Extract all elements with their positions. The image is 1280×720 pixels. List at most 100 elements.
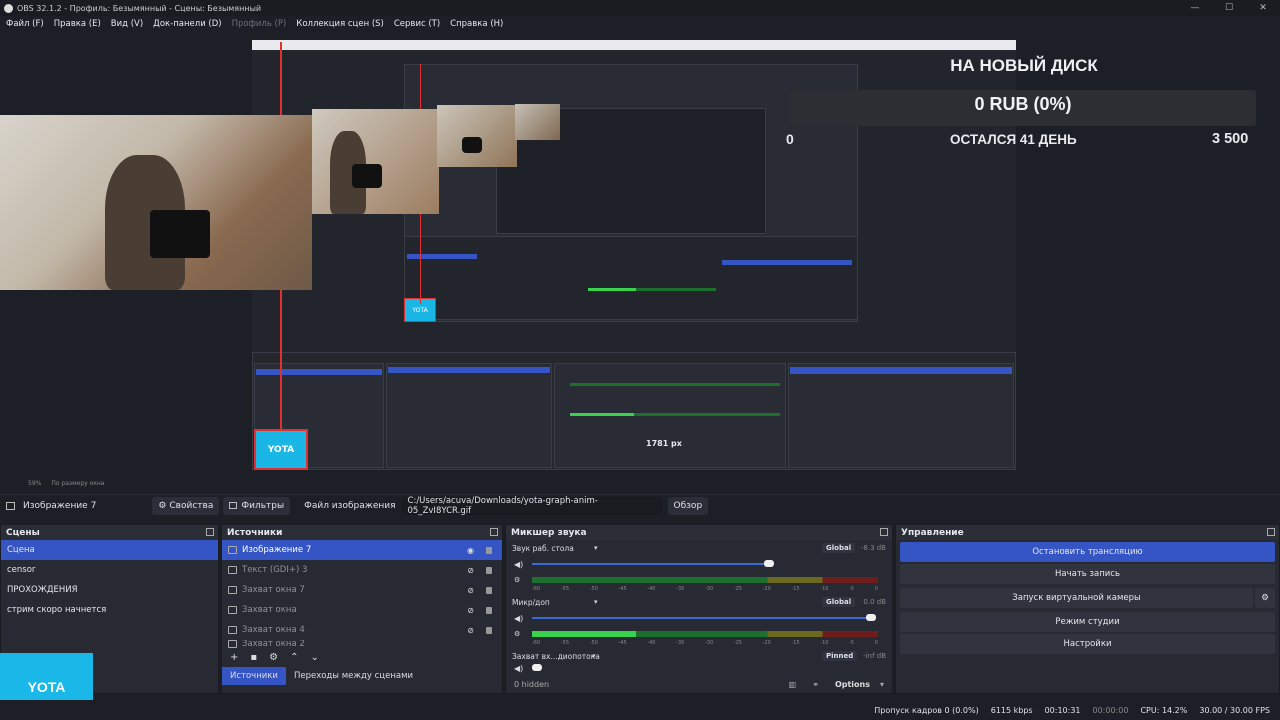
zoom-value[interactable]: 59%: [28, 480, 41, 487]
menu-docks[interactable]: Док-панели (D): [153, 19, 221, 29]
trash-icon[interactable]: ▪: [250, 652, 257, 663]
menu-edit[interactable]: Правка (E): [54, 19, 101, 29]
undock-icon[interactable]: [880, 528, 888, 536]
source-item[interactable]: Захват окна ⊘: [222, 600, 502, 620]
source-item[interactable]: Текст (GDI+) 3 ⊘: [222, 560, 502, 580]
zoom-fit[interactable]: По размеру окна: [51, 480, 104, 487]
volume-knob[interactable]: [764, 560, 774, 567]
layout-icon[interactable]: ▥: [789, 680, 797, 689]
menu-tools[interactable]: Сервис (T): [394, 19, 440, 29]
goal-min: 0: [786, 131, 794, 147]
menu-file[interactable]: Файл (F): [6, 19, 44, 29]
hidden-count[interactable]: 0 hidden: [514, 680, 549, 689]
undock-icon[interactable]: [490, 528, 498, 536]
scene-item[interactable]: Сцена: [1, 540, 218, 560]
settings-icon[interactable]: ⚙: [514, 576, 520, 584]
channel-tag[interactable]: Pinned: [822, 651, 858, 661]
lock-icon[interactable]: [486, 566, 492, 574]
eye-hidden-icon[interactable]: ⊘: [467, 626, 474, 635]
settings-button[interactable]: Настройки: [900, 634, 1275, 654]
browse-button[interactable]: Обзор: [667, 496, 709, 515]
goal-days-left: ОСТАЛСЯ 41 ДЕНЬ: [950, 132, 1077, 147]
channel-name: Захват вх...диопотока: [512, 652, 600, 661]
tab-transitions[interactable]: Переходы между сценами: [286, 667, 421, 685]
meter-tick: -15: [791, 640, 800, 646]
webcam-echo-2: [437, 105, 517, 167]
window-icon: [228, 606, 237, 614]
chevron-down-icon[interactable]: ⌄: [311, 652, 319, 663]
volume-knob[interactable]: [532, 664, 542, 671]
webcam-source[interactable]: [0, 115, 312, 290]
meter-tick: -30: [704, 640, 714, 646]
scene-item[interactable]: стрим скоро начнется: [1, 600, 218, 620]
chevron-down-icon[interactable]: ▾: [594, 598, 598, 606]
link-icon[interactable]: ⚭: [812, 680, 819, 689]
nested-scene-selected: [256, 369, 382, 375]
chevron-up-icon[interactable]: ⌃: [290, 652, 298, 663]
lock-icon[interactable]: [486, 546, 492, 554]
camera-echo-icon: [352, 164, 382, 188]
add-icon[interactable]: +: [230, 652, 238, 663]
minimize-button[interactable]: —: [1178, 0, 1212, 16]
start-virtual-camera-button[interactable]: Запуск виртуальной камеры: [900, 588, 1253, 608]
camera-echo-icon-2: [462, 137, 482, 153]
eye-hidden-icon[interactable]: ⊘: [467, 586, 474, 595]
volume-slider[interactable]: [532, 617, 872, 619]
source-label: Текст (GDI+) 3: [242, 565, 308, 575]
properties-button[interactable]: ⚙ Свойства: [152, 496, 220, 515]
maximize-button[interactable]: ☐: [1212, 0, 1246, 16]
gear-icon[interactable]: ⚙: [1255, 588, 1275, 608]
scene-item[interactable]: ПРОХОЖДЕНИЯ: [1, 580, 218, 600]
source-item[interactable]: Изображение 7 ◉: [222, 540, 502, 560]
stop-stream-button[interactable]: Остановить трансляцию: [900, 542, 1275, 562]
window-icon: [228, 626, 237, 634]
chevron-down-icon[interactable]: ▾: [594, 544, 598, 552]
options-button[interactable]: Options: [835, 680, 870, 689]
source-label: Захват окна 4: [242, 625, 305, 635]
image-path-field[interactable]: C:/Users/acuva/Downloads/yota-graph-anim…: [401, 496, 662, 516]
undock-icon[interactable]: [206, 528, 214, 536]
speaker-icon[interactable]: ◀): [514, 664, 523, 673]
menu-scene-collection[interactable]: Коллекция сцен (S): [296, 19, 384, 29]
eye-hidden-icon[interactable]: ⊘: [467, 606, 474, 615]
menu-view[interactable]: Вид (V): [111, 19, 143, 29]
start-recording-button[interactable]: Начать запись: [900, 564, 1275, 584]
source-label: Захват окна 2: [242, 640, 305, 648]
tab-sources[interactable]: Источники: [222, 667, 286, 685]
settings-icon[interactable]: ⚙: [514, 630, 520, 638]
volume-knob[interactable]: [866, 614, 876, 621]
chevron-down-icon[interactable]: ▾: [880, 680, 884, 689]
yota-gif-source[interactable]: YOTA: [254, 429, 308, 470]
level-meter: [532, 577, 878, 583]
lock-icon[interactable]: [486, 586, 492, 594]
speaker-icon[interactable]: ◀): [514, 560, 523, 569]
meter-tick: -35: [676, 640, 685, 646]
lock-icon[interactable]: [486, 606, 492, 614]
source-item[interactable]: Захват окна 2: [222, 640, 502, 648]
speaker-icon[interactable]: ◀): [514, 614, 523, 623]
filters-button[interactable]: Фильтры: [223, 496, 291, 515]
eye-hidden-icon[interactable]: ⊘: [467, 566, 474, 575]
nested-scene-selected-2: [407, 254, 477, 259]
menu-profile[interactable]: Профиль (P): [232, 19, 287, 29]
filter-icon: [229, 502, 238, 509]
close-button[interactable]: ✕: [1246, 0, 1280, 16]
scene-item[interactable]: censor: [1, 560, 218, 580]
menu-help[interactable]: Справка (H): [450, 19, 503, 29]
volume-slider[interactable]: [532, 563, 772, 565]
title-bar: OBS 32.1.2 - Профиль: Безымянный - Сцены…: [0, 0, 1280, 16]
undock-icon[interactable]: [1267, 528, 1275, 536]
source-item[interactable]: Захват окна 7 ⊘: [222, 580, 502, 600]
nested-meter-2-level: [570, 413, 634, 416]
chevron-down-icon[interactable]: ▾: [592, 652, 596, 660]
meter-tick: -5: [849, 586, 855, 592]
gear-icon[interactable]: ⚙: [269, 652, 278, 663]
eye-icon[interactable]: ◉: [467, 546, 474, 555]
mixer-channel-desktop: Звук раб. стола ▾ Global -8.3 dB ◀) ⚙ -6…: [506, 540, 892, 594]
channel-tag[interactable]: Global: [822, 597, 856, 607]
mixer-channel-capture: Захват вх...диопотока ▾ Pinned -inf dB ◀…: [506, 648, 892, 673]
lock-icon[interactable]: [486, 626, 492, 634]
studio-mode-button[interactable]: Режим студии: [900, 612, 1275, 632]
source-item[interactable]: Захват окна 4 ⊘: [222, 620, 502, 640]
channel-tag[interactable]: Global: [822, 543, 856, 553]
